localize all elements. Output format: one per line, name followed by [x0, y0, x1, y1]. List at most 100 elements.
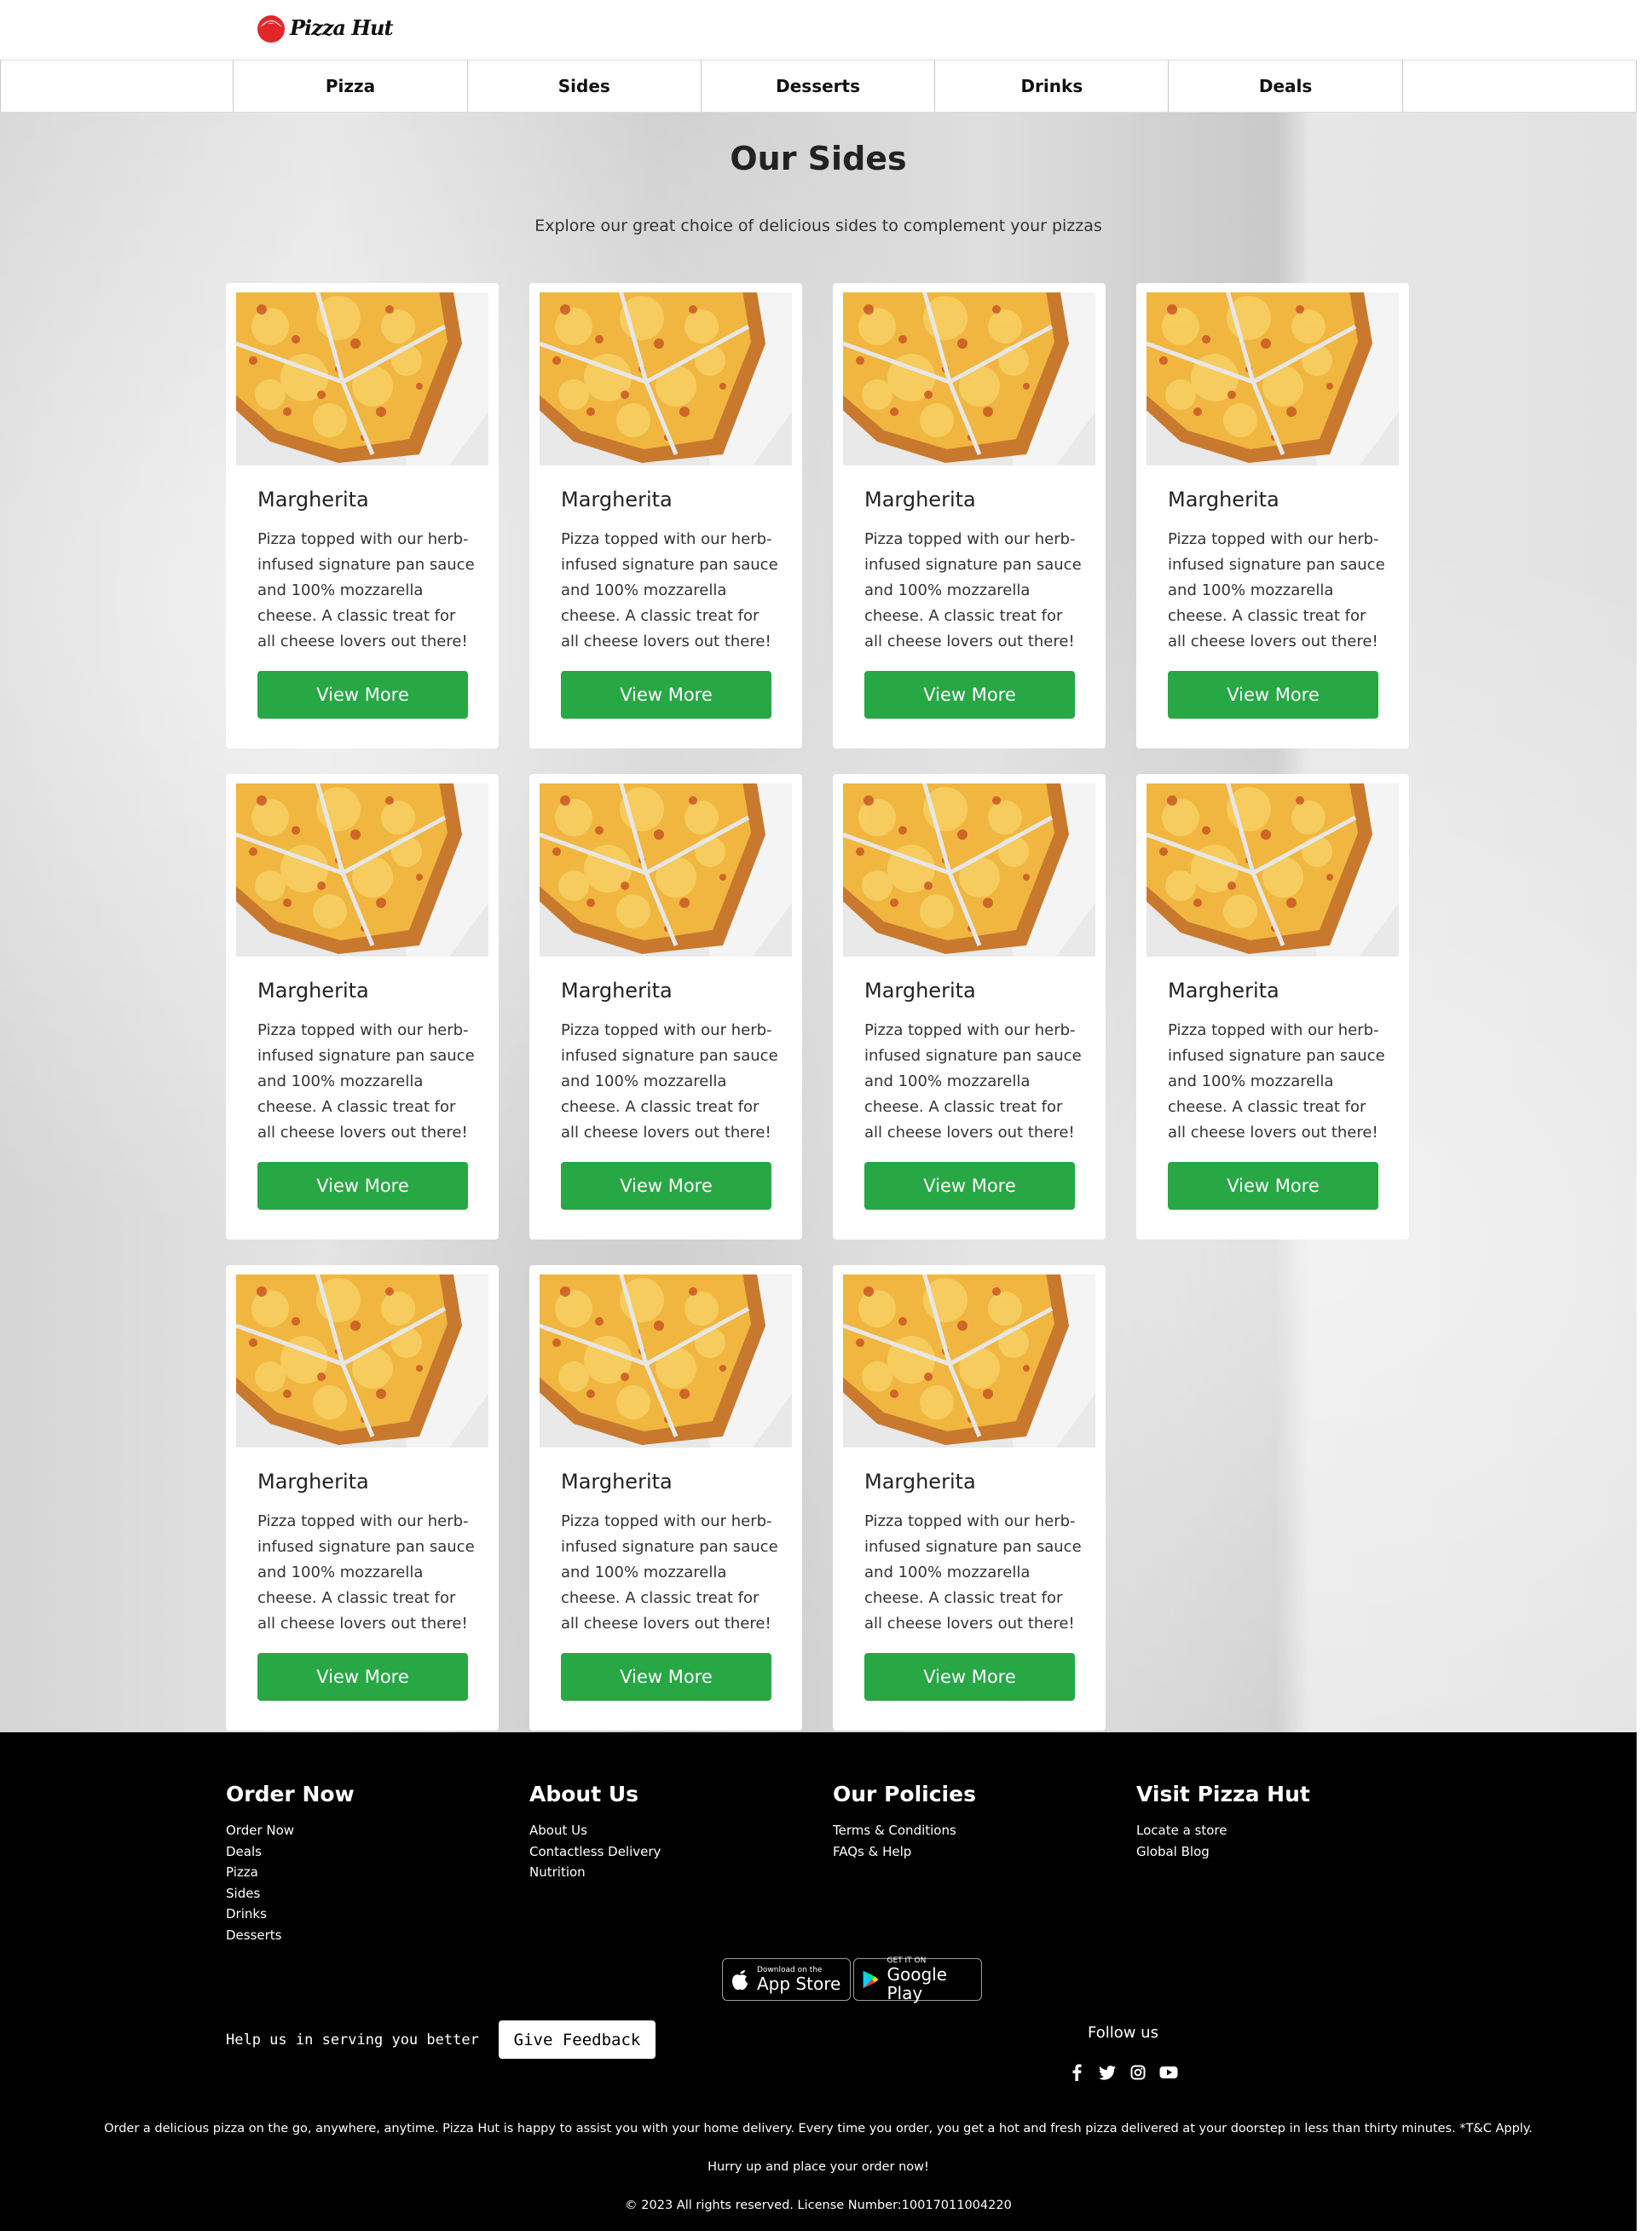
product-description: Pizza topped with our herb-infused signa…	[864, 1512, 1082, 1633]
category-nav: Pizza Sides Desserts Drinks Deals	[0, 60, 1637, 113]
product-card: Margherita Pizza topped with our herb-in…	[226, 1265, 499, 1731]
footer-tagline: Order a delicious pizza on the go, anywh…	[104, 2122, 1533, 2136]
view-more-button[interactable]: View More	[257, 671, 468, 719]
product-image	[843, 783, 1095, 957]
pizza-hut-logo-icon	[257, 15, 285, 43]
footer-link[interactable]: Pizza	[226, 1862, 516, 1883]
pizza-illustration	[540, 783, 792, 957]
footer-link[interactable]: Order Now	[226, 1820, 516, 1841]
footer-link[interactable]: About Us	[529, 1820, 819, 1841]
product-name: Margherita	[561, 979, 673, 1003]
footer-column-title: Visit Pizza Hut	[1136, 1782, 1310, 1806]
product-card: Margherita Pizza topped with our herb-in…	[226, 774, 499, 1240]
nav-item-pizza[interactable]: Pizza	[234, 61, 468, 112]
product-card: Margherita Pizza topped with our herb-in…	[529, 774, 802, 1240]
product-image	[843, 1274, 1095, 1448]
view-more-button[interactable]: View More	[864, 671, 1075, 719]
footer-column-title: Order Now	[226, 1782, 355, 1806]
view-more-button[interactable]: View More	[561, 1653, 771, 1701]
pizza-illustration	[1147, 783, 1399, 957]
product-name: Margherita	[561, 488, 673, 512]
footer-link[interactable]: Sides	[226, 1883, 516, 1904]
product-image	[540, 1274, 792, 1448]
product-description: Pizza topped with our herb-infused signa…	[864, 1021, 1082, 1142]
instagram-icon[interactable]	[1129, 2063, 1147, 2082]
product-card: Margherita Pizza topped with our herb-in…	[529, 283, 802, 748]
page: Pizza Hut Pizza Sides Desserts Drinks De…	[0, 0, 1637, 2231]
footer-hurry-text: Hurry up and place your order now!	[708, 2160, 929, 2174]
product-description: Pizza topped with our herb-infused signa…	[257, 1021, 475, 1142]
nav-item-drinks[interactable]: Drinks	[935, 61, 1170, 112]
view-more-button[interactable]: View More	[864, 1162, 1075, 1210]
copyright-text: © 2023 All rights reserved. License Numb…	[625, 2199, 1012, 2212]
product-description: Pizza topped with our herb-infused signa…	[561, 1021, 778, 1142]
google-play-button[interactable]: GET IT ON Google Play	[853, 1956, 982, 2003]
product-name: Margherita	[257, 979, 369, 1003]
view-more-button[interactable]: View More	[257, 1162, 468, 1210]
footer-link[interactable]: Nutrition	[529, 1862, 819, 1883]
product-image	[236, 783, 488, 957]
footer-link[interactable]: Terms & Conditions	[833, 1820, 1123, 1841]
help-text: Help us in serving you better	[226, 2032, 479, 2049]
product-name: Margherita	[864, 979, 976, 1003]
nav-item-deals[interactable]: Deals	[1169, 61, 1403, 112]
pizza-illustration	[236, 292, 488, 465]
product-name: Margherita	[864, 1470, 976, 1494]
product-image	[236, 292, 488, 465]
product-description: Pizza topped with our herb-infused signa…	[257, 530, 475, 650]
pizza-illustration	[236, 783, 488, 957]
product-name: Margherita	[561, 1470, 673, 1494]
facebook-icon[interactable]	[1067, 2063, 1086, 2082]
product-description: Pizza topped with our herb-infused signa…	[561, 530, 778, 650]
footer-link[interactable]: Desserts	[226, 1925, 516, 1946]
product-description: Pizza topped with our herb-infused signa…	[1168, 1021, 1385, 1142]
product-description: Pizza topped with our herb-infused signa…	[257, 1512, 475, 1633]
give-feedback-button[interactable]: Give Feedback	[499, 2020, 656, 2059]
twitter-icon[interactable]	[1098, 2063, 1117, 2082]
nav-spacer-left	[0, 61, 234, 112]
nav-item-desserts[interactable]: Desserts	[702, 61, 936, 112]
top-header: Pizza Hut	[0, 0, 1637, 60]
footer-link[interactable]: Deals	[226, 1841, 516, 1863]
nav-spacer-right	[1403, 61, 1637, 112]
product-card: Margherita Pizza topped with our herb-in…	[1136, 774, 1409, 1240]
footer-column-our-policies: Our Policies Terms & Conditions FAQs & H…	[833, 1782, 1123, 1862]
youtube-icon[interactable]	[1159, 2063, 1178, 2082]
product-description: Pizza topped with our herb-infused signa…	[561, 1512, 778, 1633]
app-store-button[interactable]: Download on the App Store	[722, 1958, 851, 2001]
footer-link[interactable]: Contactless Delivery	[529, 1841, 819, 1863]
product-image	[540, 292, 792, 465]
footer-column-visit-pizza-hut: Visit Pizza Hut Locate a store Global Bl…	[1136, 1782, 1426, 1862]
view-more-button[interactable]: View More	[561, 1162, 771, 1210]
product-name: Margherita	[257, 488, 369, 512]
view-more-button[interactable]: View More	[864, 1653, 1075, 1701]
footer-column-title: About Us	[529, 1782, 639, 1806]
product-name: Margherita	[864, 488, 976, 512]
view-more-button[interactable]: View More	[1168, 1162, 1378, 1210]
product-card: Margherita Pizza topped with our herb-in…	[1136, 283, 1409, 748]
product-card: Margherita Pizza topped with our herb-in…	[833, 1265, 1106, 1731]
footer-column-order-now: Order Now Order Now Deals Pizza Sides Dr…	[226, 1782, 516, 1945]
view-more-button[interactable]: View More	[1168, 671, 1378, 719]
pizza-illustration	[1147, 292, 1399, 465]
footer-column-about-us: About Us About Us Contactless Delivery N…	[529, 1782, 819, 1883]
product-card: Margherita Pizza topped with our herb-in…	[833, 774, 1106, 1240]
product-description: Pizza topped with our herb-infused signa…	[864, 530, 1082, 650]
footer-link[interactable]: Locate a store	[1136, 1820, 1426, 1841]
nav-item-sides[interactable]: Sides	[468, 61, 702, 112]
view-more-button[interactable]: View More	[257, 1653, 468, 1701]
view-more-button[interactable]: View More	[561, 671, 771, 719]
social-links	[1067, 2063, 1178, 2082]
footer-link[interactable]: FAQs & Help	[833, 1841, 1123, 1863]
footer-link[interactable]: Global Blog	[1136, 1841, 1426, 1863]
product-card: Margherita Pizza topped with our herb-in…	[226, 283, 499, 748]
site-footer: Order Now Order Now Deals Pizza Sides Dr…	[0, 1732, 1637, 2231]
pizza-illustration	[843, 783, 1095, 957]
pizza-illustration	[843, 292, 1095, 465]
product-image	[843, 292, 1095, 465]
brand-logo[interactable]: Pizza Hut	[256, 10, 394, 44]
google-play-icon	[863, 1970, 879, 1989]
product-image	[540, 783, 792, 957]
product-name: Margherita	[1168, 979, 1279, 1003]
footer-link[interactable]: Drinks	[226, 1904, 516, 1925]
